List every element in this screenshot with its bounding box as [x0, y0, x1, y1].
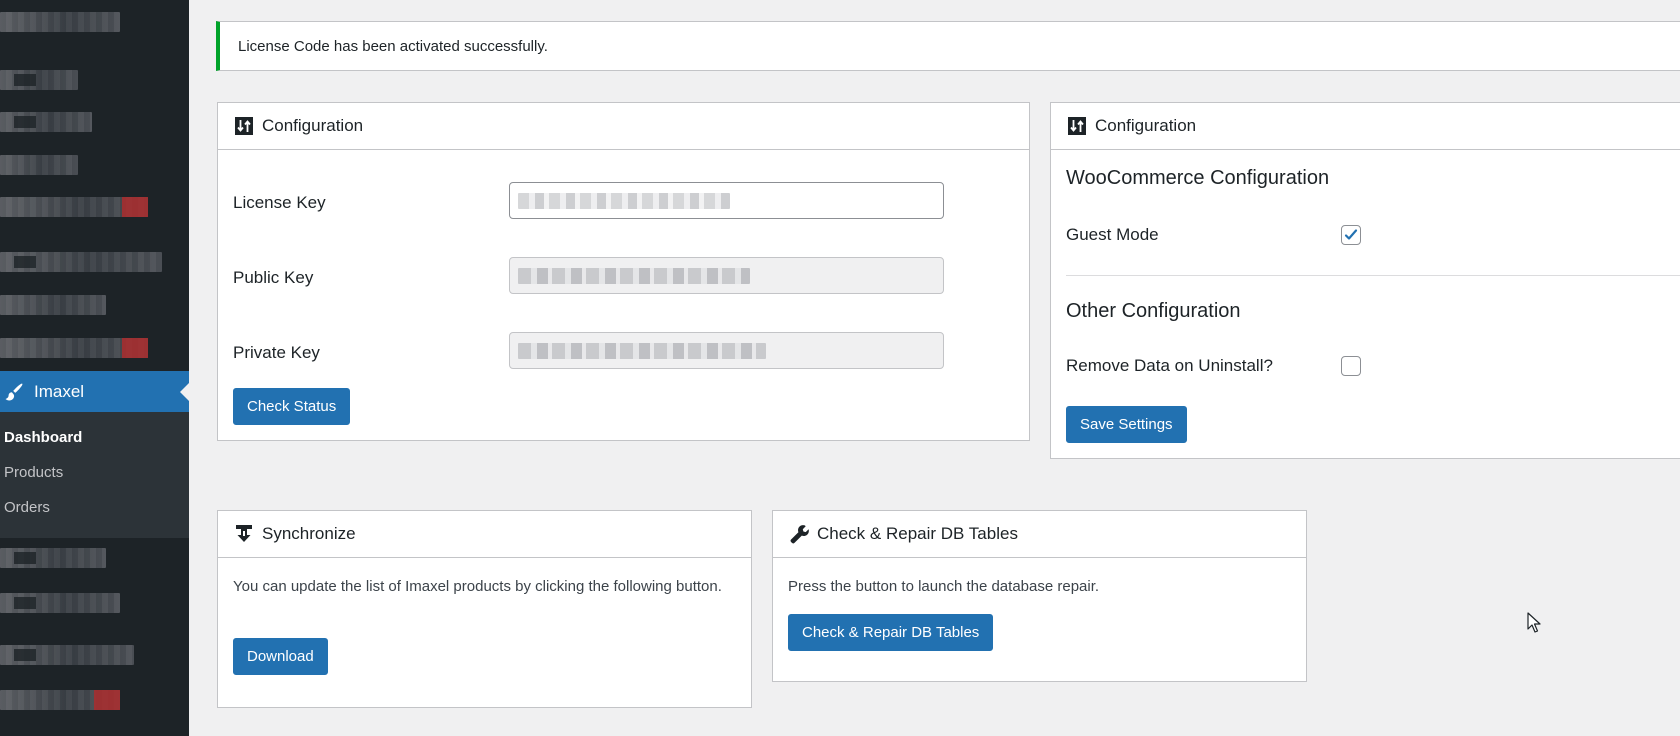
wrench-icon [790, 525, 809, 544]
panel-title: Configuration [1095, 116, 1197, 135]
redacted-value [518, 192, 730, 209]
license-configuration-panel: Configuration License Key Public Key Pri… [217, 102, 1030, 441]
panel-title: Configuration [262, 116, 364, 135]
sidebar-item-redacted[interactable] [0, 155, 78, 175]
sidebar-item-redacted[interactable] [0, 70, 78, 90]
sort-arrows-icon [235, 117, 253, 135]
sidebar-item-redacted[interactable] [0, 12, 120, 32]
license-key-label: License Key [233, 193, 326, 212]
panel-header: Check & Repair DB Tables [773, 511, 1306, 558]
download-button[interactable]: Download [233, 638, 328, 675]
sidebar-item-imaxel[interactable]: Imaxel [0, 371, 189, 412]
private-key-label: Private Key [233, 343, 320, 362]
sidebar-item-redacted[interactable] [0, 593, 120, 613]
sidebar-item-redacted[interactable] [0, 645, 134, 665]
public-key-input[interactable] [509, 257, 944, 294]
other-config-heading: Other Configuration [1066, 300, 1241, 322]
success-notice: License Code has been activated successf… [216, 21, 1680, 71]
sidebar-item-redacted[interactable] [0, 295, 106, 315]
guest-mode-label: Guest Mode [1066, 225, 1159, 244]
mouse-cursor-icon [1527, 612, 1541, 633]
panel-title: Synchronize [262, 524, 356, 543]
woocommerce-config-heading: WooCommerce Configuration [1066, 167, 1330, 189]
active-menu-pointer [180, 383, 189, 401]
woocommerce-configuration-panel: Configuration WooCommerce Configuration … [1050, 102, 1680, 459]
redacted-value [518, 342, 766, 359]
panel-header: Configuration [218, 103, 1029, 150]
repair-description: Press the button to launch the database … [788, 578, 1100, 595]
sidebar-item-redacted[interactable] [0, 690, 120, 710]
checkmark-icon [1344, 229, 1358, 240]
panel-header: Synchronize [218, 511, 751, 558]
check-status-button[interactable]: Check Status [233, 388, 351, 425]
notice-message: License Code has been activated successf… [238, 37, 548, 55]
panel-header: Configuration [1051, 103, 1680, 150]
submenu-dashboard[interactable]: Dashboard [0, 428, 189, 463]
sidebar-item-redacted[interactable] [0, 112, 92, 132]
download-arrow-icon [236, 525, 252, 542]
sidebar-item-redacted[interactable] [0, 338, 148, 358]
imaxel-submenu: Dashboard Products Orders [0, 412, 189, 538]
sidebar-item-redacted[interactable] [0, 548, 106, 568]
submenu-orders[interactable]: Orders [0, 498, 189, 533]
synchronize-panel: Synchronize You can update the list of I… [217, 510, 752, 708]
sort-arrows-icon [1068, 117, 1086, 135]
section-divider [1066, 275, 1680, 276]
admin-sidebar: Imaxel Dashboard Products Orders [0, 0, 189, 736]
guest-mode-checkbox[interactable] [1341, 225, 1361, 245]
synchronize-description: You can update the list of Imaxel produc… [233, 578, 722, 595]
panel-title: Check & Repair DB Tables [817, 524, 1018, 543]
submenu-products[interactable]: Products [0, 463, 189, 498]
brush-icon [5, 383, 23, 400]
check-repair-db-button[interactable]: Check & Repair DB Tables [788, 614, 994, 651]
redacted-value [518, 267, 750, 284]
sidebar-item-redacted[interactable] [0, 197, 148, 217]
sidebar-item-redacted[interactable] [0, 252, 162, 272]
public-key-label: Public Key [233, 268, 314, 287]
save-settings-button[interactable]: Save Settings [1066, 406, 1187, 443]
private-key-input[interactable] [509, 332, 944, 369]
repair-db-panel: Check & Repair DB Tables Press the butto… [772, 510, 1307, 682]
remove-data-checkbox[interactable] [1341, 356, 1361, 376]
sidebar-item-label: Imaxel [34, 381, 85, 401]
remove-data-label: Remove Data on Uninstall? [1066, 356, 1273, 375]
license-key-input[interactable] [509, 182, 944, 219]
